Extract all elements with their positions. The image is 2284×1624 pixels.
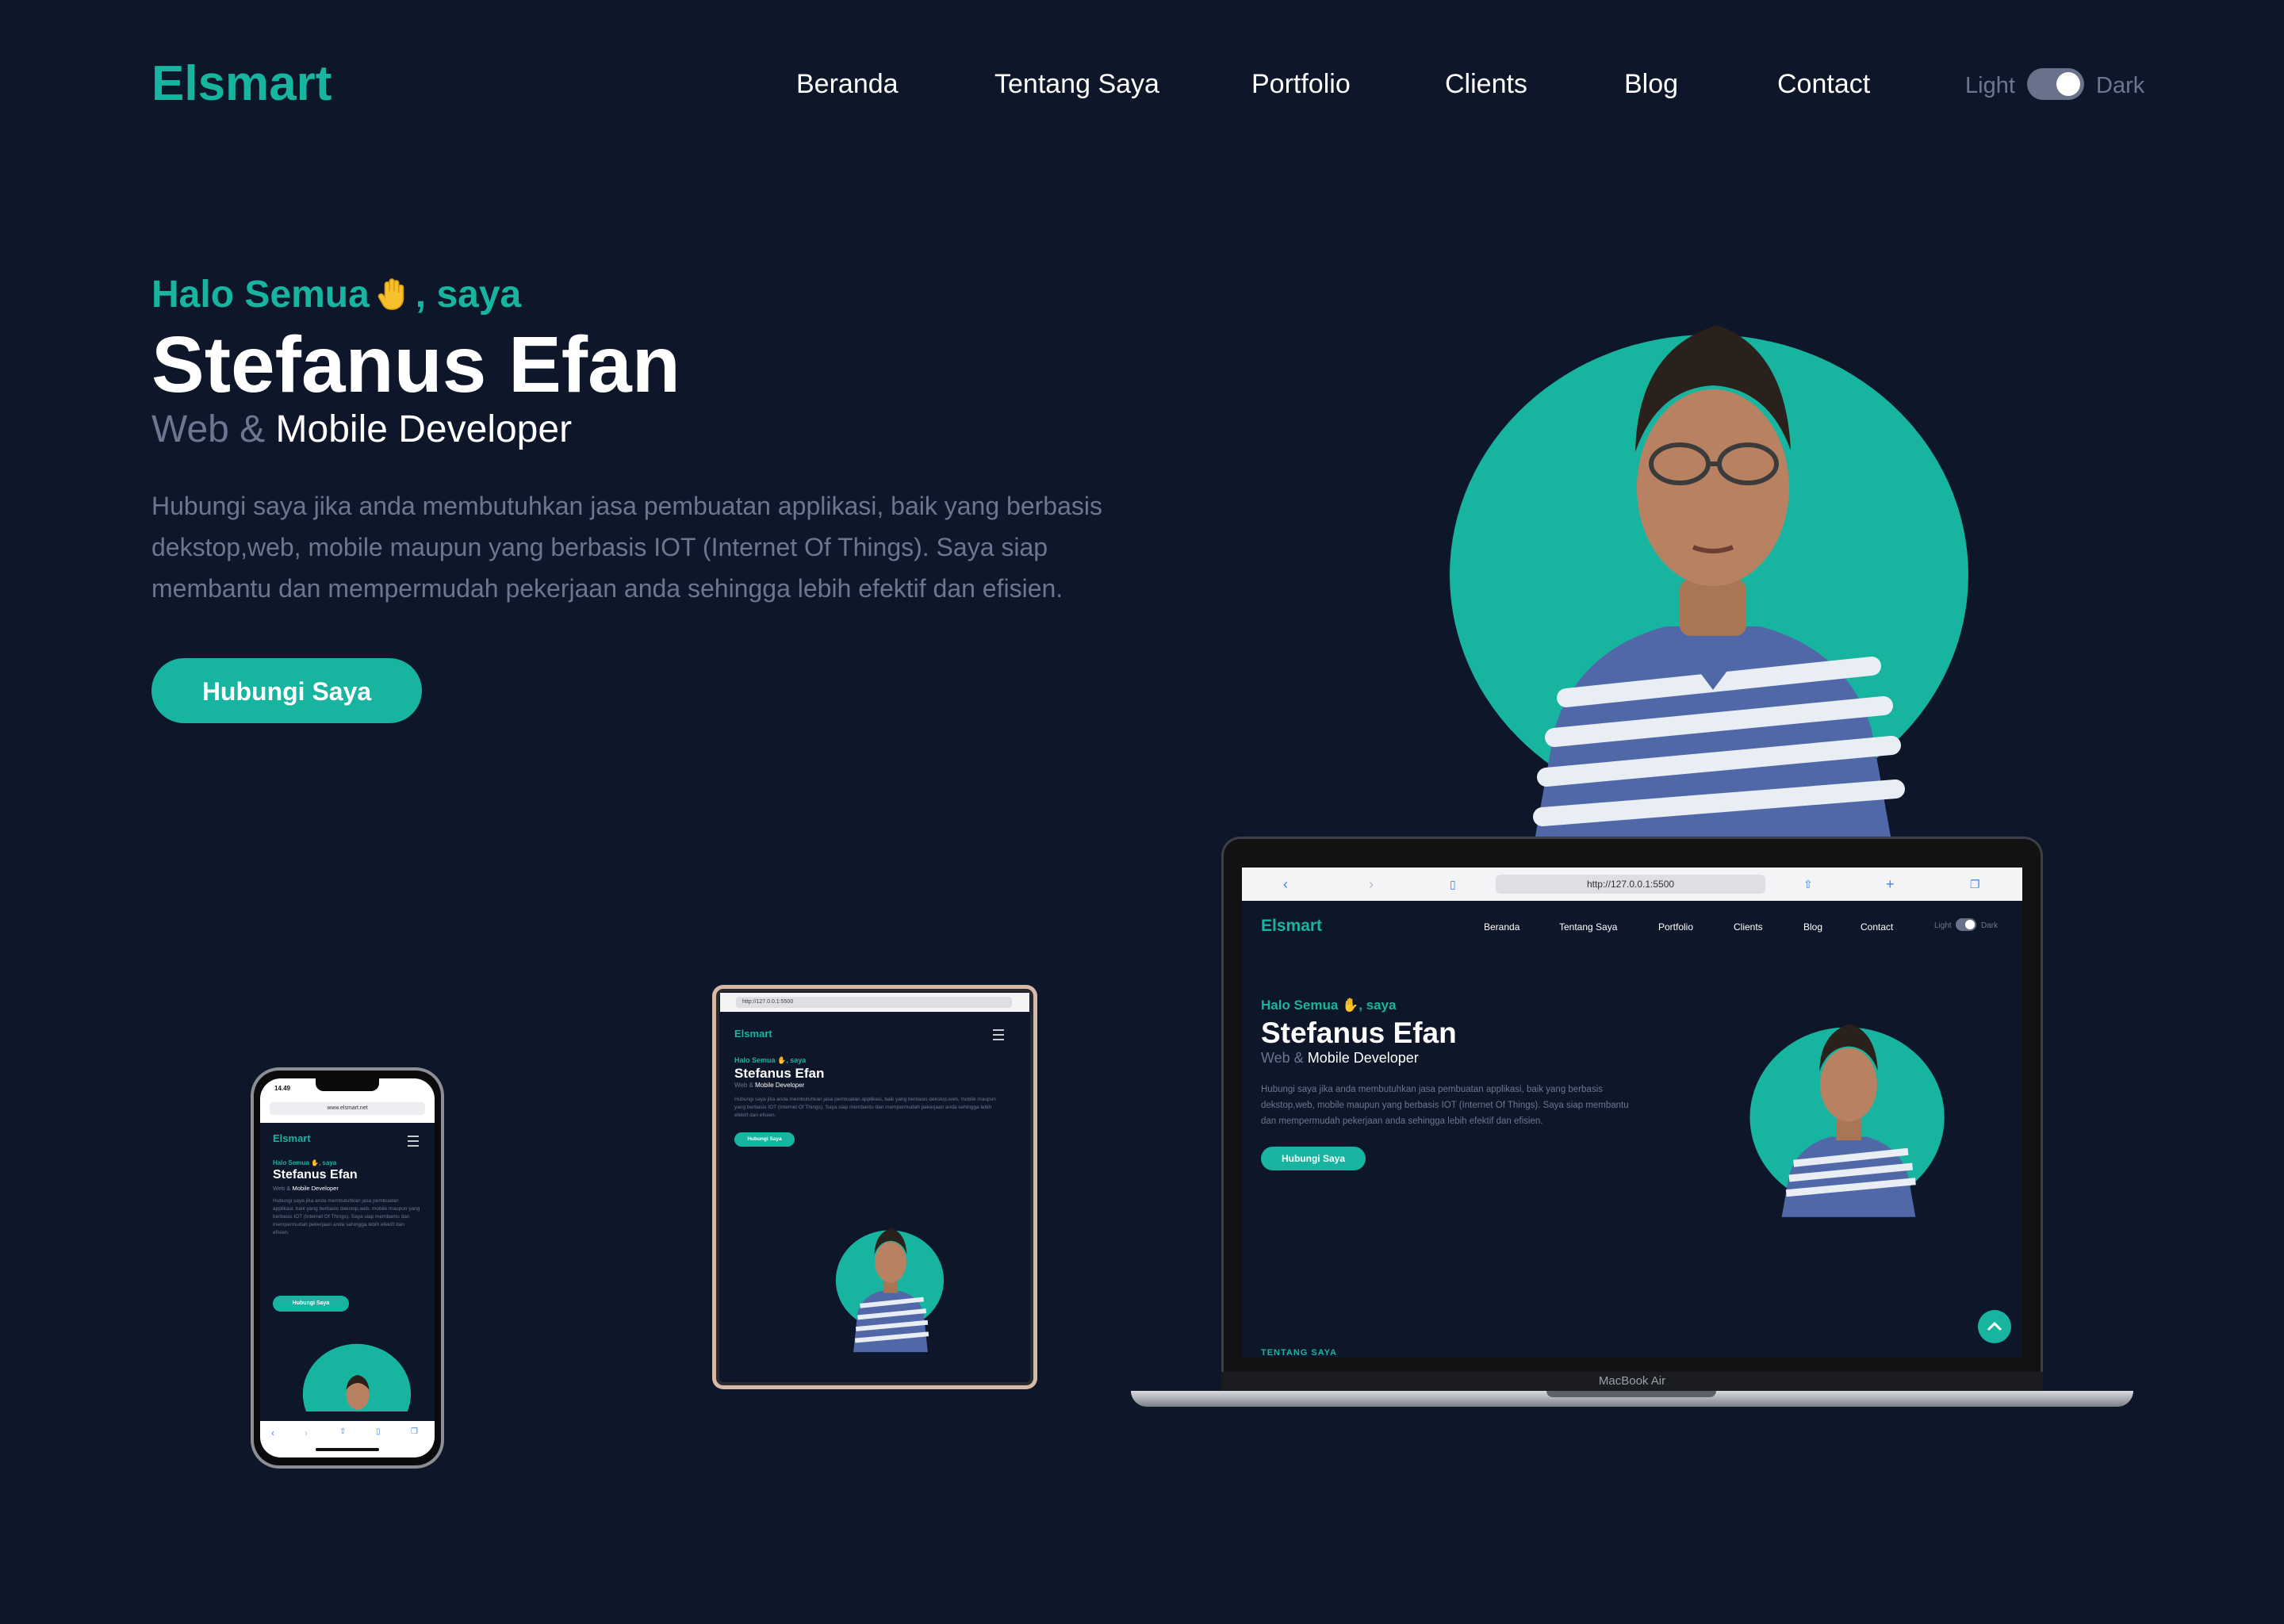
- hero-role: Web & Mobile Developer: [151, 406, 572, 454]
- mini-nav-clients: Clients: [1734, 921, 1763, 933]
- tablet-menu-icon: [993, 1029, 1004, 1040]
- laptop-model-label: MacBook Air: [1598, 1374, 1666, 1388]
- phone-logo: Elsmart: [273, 1132, 311, 1144]
- phone-tabs-icon: ❐: [411, 1427, 418, 1436]
- tablet-role: Web & Mobile Developer: [734, 1082, 804, 1089]
- tablet-logo: Elsmart: [734, 1028, 772, 1040]
- phone-home-indicator: [316, 1448, 379, 1451]
- mini-theme-dark: Dark: [1981, 921, 1998, 930]
- phone-cta: Hubungi Saya: [273, 1296, 349, 1312]
- phone-menu-icon: [408, 1136, 419, 1147]
- tablet-greeting: Halo Semua ✋, saya: [734, 1056, 807, 1064]
- toggle-knob: [2056, 72, 2080, 96]
- mini-role-strong: Mobile Developer: [1307, 1050, 1419, 1066]
- phone-browser-toolbar: ‹ › ⇧ ▯ ❐: [260, 1421, 435, 1457]
- phone-notch: [316, 1078, 379, 1091]
- mini-nav-beranda: Beranda: [1484, 921, 1520, 933]
- tablet-url: http://127.0.0.1:5500: [736, 997, 1012, 1008]
- phone-greeting-prefix: Halo Semua: [273, 1159, 309, 1166]
- phone-name: Stefanus Efan: [273, 1168, 358, 1182]
- nav-link-beranda[interactable]: Beranda: [796, 67, 899, 102]
- mini-greeting: Halo Semua ✋, saya: [1261, 998, 1397, 1013]
- tablet-description: Hubungi saya jika anda membutuhkan jasa …: [734, 1097, 996, 1118]
- mini-greeting-prefix: Halo Semua: [1261, 998, 1339, 1013]
- greeting-prefix: Halo Semua: [151, 274, 370, 316]
- tablet-role-muted: Web &: [734, 1082, 753, 1089]
- tablet-screen: http://127.0.0.1:5500 Elsmart Halo Semua…: [720, 993, 1029, 1359]
- theme-light-label: Light: [1965, 73, 2015, 98]
- theme-toggle[interactable]: [2027, 68, 2084, 100]
- laptop-notch: [1546, 1391, 1716, 1397]
- phone-time: 14.49: [274, 1085, 291, 1092]
- tablet-profile-photo: [835, 1228, 945, 1353]
- browser-url-bar: http://127.0.0.1:5500: [1496, 875, 1765, 894]
- mini-logo: Elsmart: [1261, 917, 1323, 935]
- phone-forward-icon: ›: [305, 1427, 308, 1438]
- mini-role-muted: Web &: [1261, 1050, 1304, 1066]
- phone-screen: 14.49 www.elsmart.net Elsmart Halo Semua…: [260, 1078, 435, 1457]
- tablet-name: Stefanus Efan: [734, 1066, 825, 1081]
- phone-role-strong: Mobile Developer: [292, 1185, 339, 1192]
- phone-greeting-suffix: , saya: [318, 1159, 337, 1166]
- mini-nav-tentang: Tentang Saya: [1559, 921, 1618, 933]
- hero-greeting: Halo Semua , saya: [151, 271, 521, 319]
- tabs-icon: ❐: [1970, 878, 1980, 891]
- site-logo[interactable]: Elsmart: [151, 54, 331, 114]
- forward-icon: ›: [1369, 876, 1374, 892]
- new-tab-icon: +: [1886, 876, 1895, 892]
- mini-cta: Hubungi Saya: [1261, 1147, 1366, 1170]
- scroll-top-button: [1978, 1310, 2011, 1343]
- mini-nav-contact: Contact: [1861, 921, 1894, 933]
- hero-name: Stefanus Efan: [151, 320, 680, 409]
- role-strong: Mobile Developer: [275, 408, 573, 450]
- nav-link-contact[interactable]: Contact: [1777, 67, 1870, 102]
- phone-back-icon: ‹: [271, 1427, 274, 1438]
- tablet-role-strong: Mobile Developer: [755, 1082, 805, 1089]
- theme-dark-label: Dark: [2096, 73, 2145, 98]
- greeting-suffix: , saya: [415, 274, 522, 316]
- nav-link-tentang-saya[interactable]: Tentang Saya: [994, 67, 1159, 102]
- phone-role-muted: Web &: [273, 1185, 291, 1192]
- laptop-screen: ‹ › ▯ http://127.0.0.1:5500 ⇧ + ❐ Elsmar…: [1242, 868, 2022, 1358]
- mini-nav-portfolio: Portfolio: [1658, 921, 1694, 933]
- browser-toolbar: ‹ › ▯ http://127.0.0.1:5500 ⇧ + ❐: [1242, 868, 2022, 901]
- mini-theme-light: Light: [1934, 921, 1952, 930]
- back-icon: ‹: [1283, 876, 1288, 892]
- mini-role: Web & Mobile Developer: [1261, 1050, 1419, 1067]
- phone-share-icon: ⇧: [339, 1427, 347, 1436]
- nav-link-portfolio[interactable]: Portfolio: [1251, 67, 1351, 102]
- phone-status-bar: 14.49 www.elsmart.net: [260, 1078, 435, 1123]
- share-icon: ⇧: [1803, 878, 1813, 891]
- profile-photo: [1450, 325, 1968, 841]
- mini-section-title: TENTANG SAYA: [1261, 1348, 1337, 1358]
- tablet-browser-bar: http://127.0.0.1:5500: [720, 993, 1029, 1012]
- phone-profile-photo: [302, 1343, 412, 1411]
- waving-hand-icon: [377, 278, 404, 310]
- tablet-greeting-prefix: Halo Semua: [734, 1056, 776, 1064]
- tablet-greeting-suffix: , saya: [786, 1056, 807, 1064]
- mini-greeting-suffix: , saya: [1359, 998, 1397, 1013]
- phone-url: www.elsmart.net: [270, 1102, 425, 1115]
- mini-nav-blog: Blog: [1803, 921, 1823, 933]
- nav-link-blog[interactable]: Blog: [1624, 67, 1678, 102]
- phone-role: Web & Mobile Developer: [273, 1185, 339, 1192]
- mini-theme-toggle: [1956, 918, 1976, 931]
- hero-description: Hubungi saya jika anda membutuhkan jasa …: [151, 492, 1102, 603]
- mini-profile-photo: [1749, 1024, 1945, 1217]
- chevron-up-icon: [1987, 1321, 2002, 1331]
- nav-link-clients[interactable]: Clients: [1445, 67, 1527, 102]
- book-icon: ▯: [1450, 878, 1456, 891]
- mini-name: Stefanus Efan: [1261, 1017, 1457, 1049]
- phone-greeting: Halo Semua ✋, saya: [273, 1159, 337, 1166]
- mini-description: Hubungi saya jika anda membutuhkan jasa …: [1261, 1085, 1629, 1126]
- phone-description: Hubungi saya jika anda membutuhkan jasa …: [273, 1198, 420, 1235]
- phone-book-icon: ▯: [376, 1427, 381, 1436]
- role-muted: Web &: [151, 408, 266, 450]
- tablet-cta: Hubungi Saya: [734, 1132, 795, 1147]
- contact-me-button[interactable]: Hubungi Saya: [151, 658, 422, 723]
